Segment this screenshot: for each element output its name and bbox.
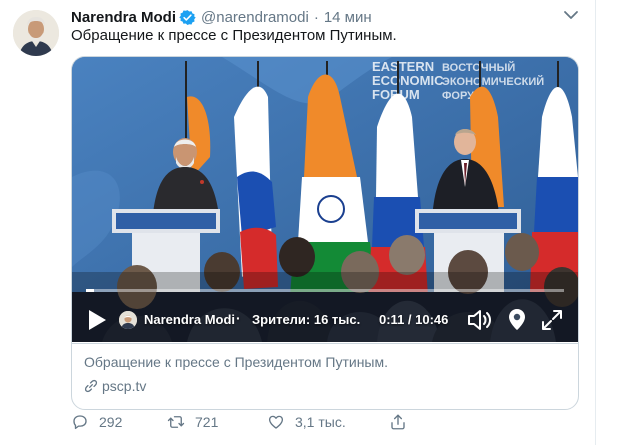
- video-progress-bar[interactable]: [86, 289, 564, 292]
- backdrop-text: EASTERN: [372, 59, 434, 74]
- reply-button[interactable]: 292: [71, 413, 122, 431]
- broadcaster-name: Narendra Modi: [144, 312, 236, 327]
- tweet-text: Обращение к прессе с Президентом Путиным…: [71, 27, 397, 44]
- tweet-timestamp[interactable]: 14 мин: [324, 9, 372, 26]
- expand-icon[interactable]: [540, 308, 564, 332]
- backdrop-text: ВОСТОЧНЫЙ: [442, 61, 515, 74]
- reply-count: 292: [99, 414, 123, 430]
- timeline-divider: [595, 0, 596, 445]
- location-pin-icon[interactable]: [506, 307, 528, 333]
- tweet: Narendra Modi @narendramodi · 14 мин Обр…: [0, 0, 617, 445]
- tweet-actions: 292 721 3,1 тыс.: [71, 413, 571, 435]
- chevron-down-icon[interactable]: [561, 8, 581, 24]
- video-player[interactable]: EASTERN ECONOMIC FORUM ВОСТОЧНЫЙ ЭКОНОМИ…: [72, 57, 578, 342]
- header-separator: ·: [313, 8, 319, 26]
- retweet-count: 721: [195, 414, 219, 430]
- video-progress-fill: [86, 289, 95, 292]
- card-domain-text: pscp.tv: [102, 378, 147, 394]
- card-link-preview[interactable]: Обращение к прессе с Президентом Путиным…: [72, 343, 578, 409]
- play-icon[interactable]: [86, 308, 108, 332]
- video-frame: EASTERN ECONOMIC FORUM ВОСТОЧНЫЙ ЭКОНОМИ…: [72, 57, 578, 342]
- broadcaster-avatar: [119, 311, 137, 329]
- video-controls: Narendra Modi · Зрители: 16 тыс. 0:11 / …: [72, 303, 578, 337]
- media-card[interactable]: EASTERN ECONOMIC FORUM ВОСТОЧНЫЙ ЭКОНОМИ…: [71, 56, 579, 410]
- backdrop-text: ECONOMIC: [372, 73, 444, 88]
- controls-separator: ·: [236, 310, 241, 326]
- viewer-count: Зрители: 16 тыс.: [252, 312, 361, 327]
- reply-icon: [73, 415, 87, 430]
- card-domain: pscp.tv: [84, 378, 146, 394]
- retweet-icon: [167, 416, 185, 428]
- video-timecode: 0:11 / 10:46: [379, 312, 449, 327]
- retweet-button[interactable]: 721: [167, 413, 218, 431]
- share-icon: [391, 414, 405, 430]
- verified-badge-icon: [179, 9, 196, 26]
- volume-icon[interactable]: [466, 307, 494, 333]
- like-button[interactable]: 3,1 тыс.: [267, 413, 346, 431]
- card-title: Обращение к прессе с Президентом Путиным…: [84, 354, 389, 370]
- backdrop-text: ЭКОНОМИЧЕСКИЙ: [442, 75, 544, 88]
- like-count: 3,1 тыс.: [295, 414, 346, 430]
- author-name[interactable]: Narendra Modi: [71, 9, 176, 26]
- share-button[interactable]: [389, 413, 417, 431]
- like-icon: [268, 415, 284, 429]
- tweet-header: Narendra Modi @narendramodi · 14 мин: [71, 7, 372, 27]
- author-avatar[interactable]: [13, 10, 59, 56]
- author-handle[interactable]: @narendramodi: [201, 9, 309, 26]
- link-icon: [84, 379, 98, 393]
